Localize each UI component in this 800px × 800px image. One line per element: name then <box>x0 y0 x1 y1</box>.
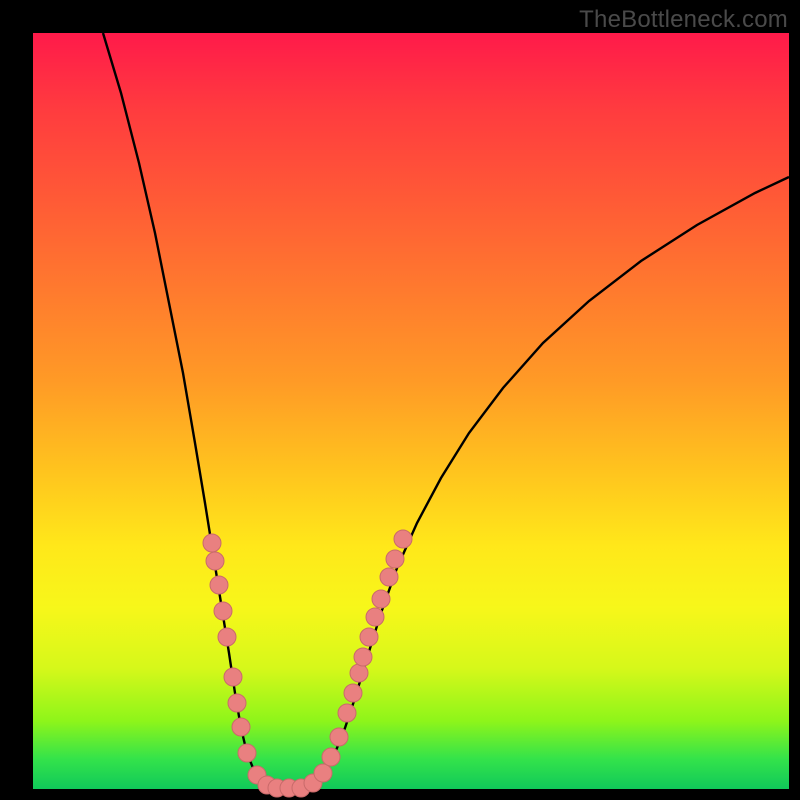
data-dot <box>314 764 332 782</box>
data-dot <box>366 608 384 626</box>
data-dot <box>322 748 340 766</box>
data-dot <box>218 628 236 646</box>
plot-area <box>33 33 789 789</box>
data-dot <box>350 664 368 682</box>
data-dot <box>214 602 232 620</box>
data-dot <box>238 744 256 762</box>
watermark-text: TheBottleneck.com <box>579 6 788 34</box>
data-dot <box>354 648 372 666</box>
data-dot <box>380 568 398 586</box>
data-dot <box>338 704 356 722</box>
data-dot <box>224 668 242 686</box>
data-dot <box>372 590 390 608</box>
data-dot <box>232 718 250 736</box>
data-dot <box>360 628 378 646</box>
data-dot <box>394 530 412 548</box>
data-dot <box>344 684 362 702</box>
data-dot <box>203 534 221 552</box>
chart-frame: TheBottleneck.com <box>0 0 800 800</box>
bottleneck-curve <box>103 33 789 789</box>
data-dot <box>206 552 224 570</box>
bottleneck-curve-svg <box>33 33 789 789</box>
data-dots <box>203 530 412 797</box>
data-dot <box>386 550 404 568</box>
data-dot <box>228 694 246 712</box>
data-dot <box>210 576 228 594</box>
data-dot <box>330 728 348 746</box>
